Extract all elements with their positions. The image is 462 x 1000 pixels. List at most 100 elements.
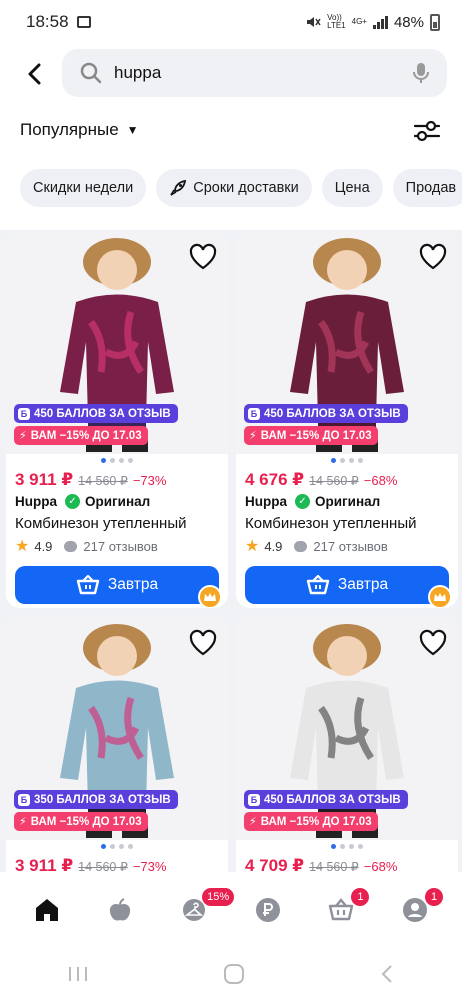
bolt-icon: ⚡: [249, 816, 257, 828]
status-time: 18:58: [26, 12, 69, 31]
image-pager-dots: [236, 458, 458, 463]
discount-badge: ⚡ ВАМ −15% ДО 17.03: [14, 426, 148, 445]
cart-icon: [76, 575, 100, 595]
home-icon: [35, 899, 58, 921]
star-icon: ★: [245, 538, 260, 555]
points-badge: Б 350 БАЛЛОВ ЗА ОТЗЫВ: [14, 790, 178, 809]
rocket-icon: [170, 179, 187, 196]
heart-icon[interactable]: [418, 628, 448, 658]
rating-value: 4.9: [264, 538, 283, 554]
ruble-icon: [255, 898, 280, 922]
cart-icon: [329, 898, 354, 921]
product-title[interactable]: Комбинезон утепленный: [15, 515, 186, 532]
back-nav-icon[interactable]: [379, 963, 395, 985]
nav-home[interactable]: [25, 888, 69, 932]
discount-badge: ⚡ ВАМ −15% ДО 17.03: [14, 812, 148, 831]
signal-type-label: 4G+: [351, 17, 367, 26]
reviews-bubble-icon: [64, 540, 78, 552]
caret-down-icon: ▼: [126, 123, 139, 137]
points-text: 450 БАЛЛОВ ЗА ОТЗЫВ: [264, 407, 401, 420]
chip-price[interactable]: Цена: [321, 169, 383, 207]
cart-button-label: Завтра: [337, 576, 389, 593]
chip-seller[interactable]: Продав: [392, 169, 462, 207]
old-price: 14 560 ₽: [309, 474, 359, 488]
search-input[interactable]: huppa: [114, 63, 161, 83]
sort-dropdown[interactable]: Популярные ▼: [20, 120, 139, 140]
product-card[interactable]: Б 450 БАЛЛОВ ЗА ОТЗЫВ ⚡ ВАМ −15% ДО 17.03 …: [6, 232, 228, 608]
heart-icon[interactable]: [188, 242, 218, 272]
add-to-cart-button[interactable]: Завтра: [15, 566, 219, 604]
nav-profile[interactable]: 1: [393, 888, 444, 932]
rating-row: ★ 4.9 217 отзывов: [15, 536, 158, 556]
gallery-notification-icon: [76, 16, 91, 28]
nav-catalog[interactable]: 15%: [172, 888, 235, 932]
battery-icon: [430, 13, 440, 31]
microphone-icon[interactable]: [413, 62, 429, 84]
points-badge: Б 450 БАЛЛОВ ЗА ОТЗЫВ: [244, 404, 408, 423]
check-icon: ✓: [65, 494, 80, 509]
catalog-badge: 15%: [202, 888, 235, 906]
bolt-icon: ⚡: [19, 430, 27, 442]
bolt-icon: ⚡: [249, 430, 257, 442]
discount-text: ВАМ −15% ДО 17.03: [30, 429, 142, 442]
filter-sliders-icon[interactable]: [412, 116, 442, 146]
filter-chips: Скидки недели Сроки доставки Цена Продав: [20, 169, 462, 207]
check-icon: ✓: [295, 494, 310, 509]
cart-icon: [306, 575, 330, 595]
chevron-left-icon: [28, 63, 41, 85]
crown-icon: [198, 585, 222, 608]
recent-apps-icon[interactable]: [67, 965, 89, 983]
product-title[interactable]: Комбинезон утепленный: [245, 515, 416, 532]
points-b-icon: Б: [18, 407, 30, 420]
points-text: 450 БАЛЛОВ ЗА ОТЗЫВ: [34, 407, 171, 420]
rating-value: 4.9: [34, 538, 53, 554]
points-badge: Б 450 БАЛЛОВ ЗА ОТЗЫВ: [14, 404, 178, 423]
brand-name[interactable]: Huppa: [245, 494, 287, 509]
brand-name[interactable]: Huppa: [15, 494, 57, 509]
image-pager-dots: [6, 844, 228, 849]
discount-text: ВАМ −15% ДО 17.03: [30, 815, 142, 828]
bottom-nav: 15% 1 1: [0, 872, 462, 948]
old-price: 14 560 ₽: [78, 474, 128, 488]
system-nav: [0, 948, 462, 1000]
price: 3 911 ₽: [15, 470, 74, 489]
cart-badge: 1: [351, 888, 370, 906]
status-bar: 18:58 Vo)) LTE1 4G+ 48%: [0, 0, 462, 44]
app-root: { "status_bar": { "time": "18:58", "netw…: [0, 0, 462, 1000]
price-row: 3 911 ₽ 14 560 ₽ −73%: [15, 470, 166, 490]
price: 4 676 ₽: [245, 470, 305, 489]
nav-wallet[interactable]: [246, 888, 290, 932]
nav-fresh[interactable]: [98, 888, 142, 932]
chip-delivery-time[interactable]: Сроки доставки: [156, 169, 312, 207]
search-bar[interactable]: huppa: [62, 49, 447, 97]
home-button-icon[interactable]: [223, 963, 245, 985]
sort-label: Популярные: [20, 120, 119, 139]
reviews-bubble-icon: [294, 540, 308, 552]
crown-icon: [428, 585, 452, 608]
reviews-count[interactable]: 217 отзывов: [83, 539, 157, 554]
discount-badge: ⚡ ВАМ −15% ДО 17.03: [244, 426, 378, 445]
nav-cart[interactable]: 1: [319, 888, 370, 932]
header: huppa Популярные ▼ Скидки недели Сроки д…: [0, 44, 462, 230]
back-button[interactable]: [18, 58, 50, 90]
heart-icon[interactable]: [418, 242, 448, 272]
product-card[interactable]: Б 450 БАЛЛОВ ЗА ОТЗЫВ ⚡ ВАМ −15% ДО 17.03 …: [236, 232, 458, 608]
points-badge: Б 450 БАЛЛОВ ЗА ОТЗЫВ: [244, 790, 408, 809]
chip-weekly-discounts[interactable]: Скидки недели: [20, 169, 147, 207]
reviews-count[interactable]: 217 отзывов: [313, 539, 387, 554]
add-to-cart-button[interactable]: Завтра: [245, 566, 449, 604]
cart-button-label: Завтра: [107, 576, 159, 593]
rating-row: ★ 4.9 217 отзывов: [245, 536, 388, 556]
brand-row: Huppa ✓ Оригинал: [245, 494, 380, 509]
original-label: Оригинал: [85, 494, 151, 509]
heart-icon[interactable]: [188, 628, 218, 658]
image-pager-dots: [6, 458, 228, 463]
mute-icon: [307, 17, 321, 27]
brand-row: Huppa ✓ Оригинал: [15, 494, 150, 509]
profile-icon: [403, 898, 428, 922]
points-text: 350 БАЛЛОВ ЗА ОТЗЫВ: [34, 793, 171, 806]
discount-text: ВАМ −15% ДО 17.03: [260, 429, 372, 442]
signal-icon: [372, 15, 388, 29]
image-pager-dots: [236, 844, 458, 849]
discount-text: ВАМ −15% ДО 17.03: [260, 815, 372, 828]
